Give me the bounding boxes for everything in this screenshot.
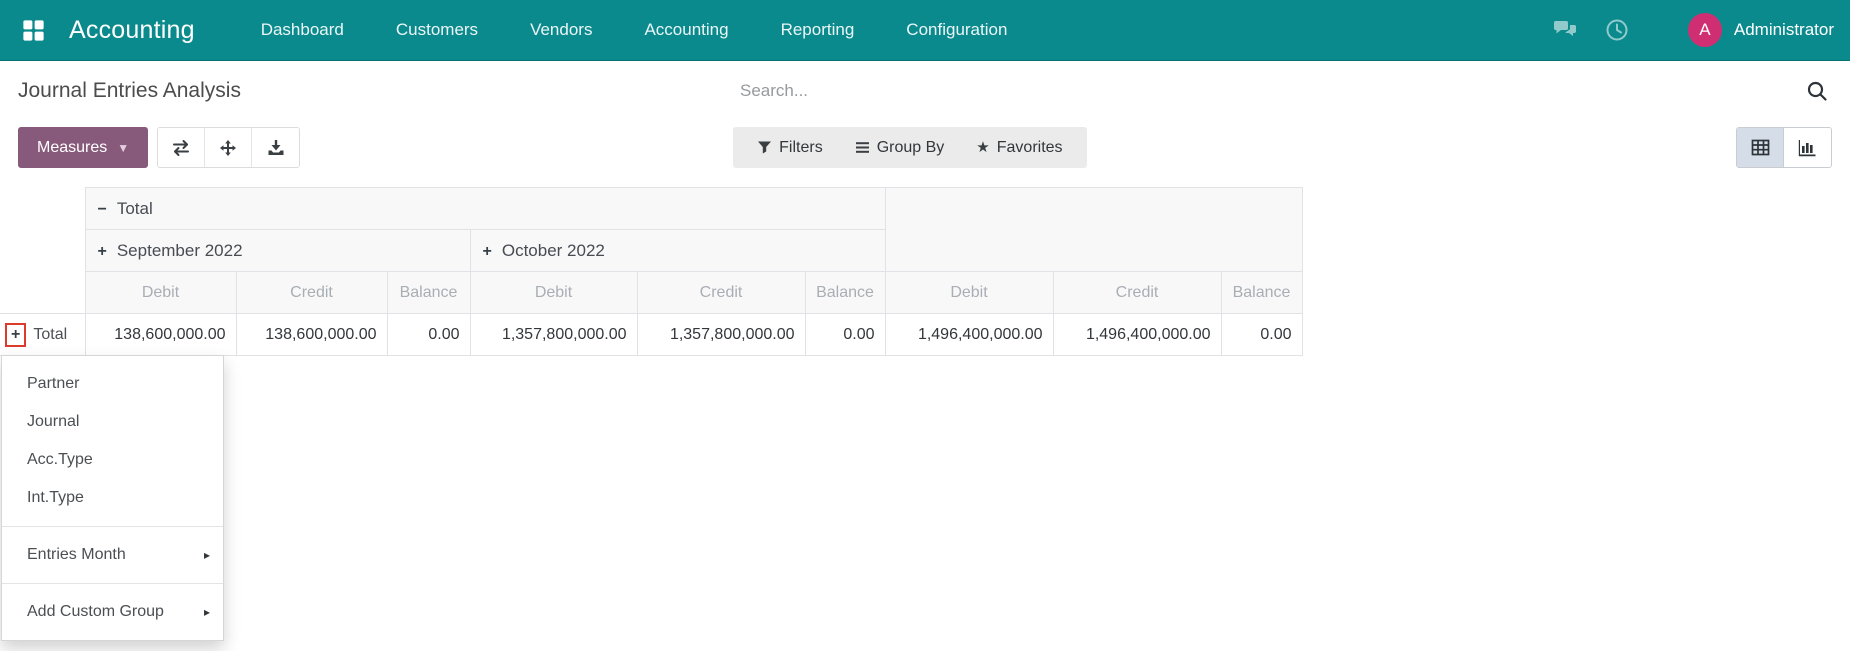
menu-divider bbox=[2, 526, 223, 527]
nav-item-reporting[interactable]: Reporting bbox=[781, 20, 855, 40]
pivot-total-row: + Total 138,600,000.00 138,600,000.00 0.0… bbox=[0, 313, 1303, 356]
group-by-menu: Partner Journal Acc.Type Int.Type Entrie… bbox=[1, 355, 224, 641]
page-title: Journal Entries Analysis bbox=[18, 79, 241, 102]
measure-header-debit[interactable]: Debit bbox=[84, 271, 237, 314]
expand-icon[interactable]: + bbox=[483, 243, 492, 260]
top-navbar: Accounting Dashboard Customers Vendors A… bbox=[0, 0, 1850, 61]
nav-item-configuration[interactable]: Configuration bbox=[906, 20, 1007, 40]
submenu-arrow-icon: ▸ bbox=[203, 605, 210, 619]
measure-header-debit[interactable]: Debit bbox=[469, 271, 638, 314]
measure-header-balance[interactable]: Balance bbox=[1220, 271, 1303, 314]
apps-grid-icon[interactable] bbox=[20, 17, 47, 44]
activity-clock-icon[interactable] bbox=[1604, 17, 1630, 43]
menu-item-int-type[interactable]: Int.Type bbox=[2, 479, 223, 517]
cell-september-credit[interactable]: 138,600,000.00 bbox=[235, 313, 388, 356]
cell-october-credit[interactable]: 1,357,800,000.00 bbox=[636, 313, 806, 356]
pivot-corner-cell bbox=[0, 272, 85, 314]
measure-header-balance[interactable]: Balance bbox=[386, 271, 471, 314]
menu-item-entries-month[interactable]: Entries Month ▸ bbox=[2, 536, 223, 574]
pivot-column-group-september[interactable]: + September 2022 bbox=[84, 229, 471, 272]
filter-funnel-icon bbox=[758, 141, 772, 154]
menu-item-add-custom-group[interactable]: Add Custom Group ▸ bbox=[2, 593, 223, 631]
search-input[interactable] bbox=[740, 81, 1802, 101]
nav-item-customers[interactable]: Customers bbox=[396, 20, 478, 40]
submenu-arrow-icon: ▸ bbox=[203, 548, 210, 562]
search-icon bbox=[1807, 81, 1827, 101]
user-name: Administrator bbox=[1733, 20, 1834, 39]
filters-button[interactable]: Filters bbox=[741, 127, 839, 168]
measures-button[interactable]: Measures ▼ bbox=[18, 127, 149, 168]
measure-header-credit[interactable]: Credit bbox=[235, 271, 388, 314]
search-button[interactable] bbox=[1802, 76, 1832, 106]
control-panel: Journal Entries Analysis bbox=[0, 61, 1850, 121]
nav-item-vendors[interactable]: Vendors bbox=[530, 20, 592, 40]
pivot-action-buttons bbox=[157, 127, 301, 168]
cell-september-debit[interactable]: 138,600,000.00 bbox=[84, 313, 237, 356]
user-menu[interactable]: A Administrator bbox=[1687, 13, 1834, 47]
group-by-button[interactable]: Group By bbox=[839, 127, 961, 168]
cell-october-balance[interactable]: 0.00 bbox=[804, 313, 886, 356]
flip-axis-button[interactable] bbox=[158, 128, 206, 167]
group-by-bars-icon bbox=[855, 142, 869, 153]
cell-september-balance[interactable]: 0.00 bbox=[386, 313, 471, 356]
pivot-column-group-october[interactable]: + October 2022 bbox=[469, 229, 886, 272]
expand-all-icon bbox=[220, 139, 237, 156]
cell-october-debit[interactable]: 1,357,800,000.00 bbox=[469, 313, 638, 356]
search-bar bbox=[740, 76, 1832, 106]
favorites-button[interactable]: ★ Favorites bbox=[960, 127, 1078, 168]
app-title[interactable]: Accounting bbox=[69, 16, 195, 45]
pivot-toolbar: Measures ▼ Filters Group By ★ Favorites bbox=[0, 121, 1850, 169]
pivot-table: − Total + September 2022 + October 2022 Deb… bbox=[0, 187, 1303, 356]
expand-icon[interactable]: + bbox=[98, 243, 107, 260]
menu-divider bbox=[2, 583, 223, 584]
menu-item-journal[interactable]: Journal bbox=[2, 403, 223, 441]
navbar-right: A Administrator bbox=[1552, 13, 1834, 47]
menu-item-acc-type[interactable]: Acc.Type bbox=[2, 441, 223, 479]
menu-item-partner[interactable]: Partner bbox=[2, 365, 223, 403]
messages-icon[interactable] bbox=[1552, 17, 1578, 43]
search-options-bar: Filters Group By ★ Favorites bbox=[733, 127, 1087, 168]
pivot-column-total-header[interactable]: − Total bbox=[84, 187, 886, 230]
bar-chart-icon bbox=[1798, 140, 1816, 157]
measure-header-balance[interactable]: Balance bbox=[804, 271, 886, 314]
caret-down-icon: ▼ bbox=[117, 140, 130, 155]
pivot-table-icon bbox=[1751, 139, 1769, 156]
view-switcher bbox=[1736, 127, 1832, 168]
user-avatar: A bbox=[1687, 13, 1722, 47]
collapse-icon[interactable]: − bbox=[98, 201, 107, 218]
expand-row-icon-highlighted[interactable]: + bbox=[5, 322, 27, 347]
pivot-view-button[interactable] bbox=[1737, 128, 1784, 167]
flip-axis-icon bbox=[173, 139, 190, 156]
nav-item-accounting[interactable]: Accounting bbox=[644, 20, 728, 40]
cell-total-balance[interactable]: 0.00 bbox=[1220, 313, 1303, 356]
cell-total-debit[interactable]: 1,496,400,000.00 bbox=[884, 313, 1054, 356]
download-icon bbox=[268, 139, 284, 155]
measure-header-debit[interactable]: Debit bbox=[884, 271, 1054, 314]
cell-total-credit[interactable]: 1,496,400,000.00 bbox=[1052, 313, 1222, 356]
pivot-empty-header-cell bbox=[884, 187, 1303, 272]
pivot-corner-cell bbox=[0, 188, 85, 230]
chart-view-button[interactable] bbox=[1784, 128, 1831, 167]
download-button[interactable] bbox=[252, 128, 300, 167]
pivot-corner-cell bbox=[0, 230, 85, 272]
measure-header-credit[interactable]: Credit bbox=[636, 271, 806, 314]
nav-item-dashboard[interactable]: Dashboard bbox=[261, 20, 344, 40]
measure-header-credit[interactable]: Credit bbox=[1052, 271, 1222, 314]
row-header-total[interactable]: + Total bbox=[0, 313, 86, 356]
main-menu: Dashboard Customers Vendors Accounting R… bbox=[261, 20, 1008, 40]
expand-all-button[interactable] bbox=[205, 128, 253, 167]
star-icon: ★ bbox=[976, 139, 990, 156]
